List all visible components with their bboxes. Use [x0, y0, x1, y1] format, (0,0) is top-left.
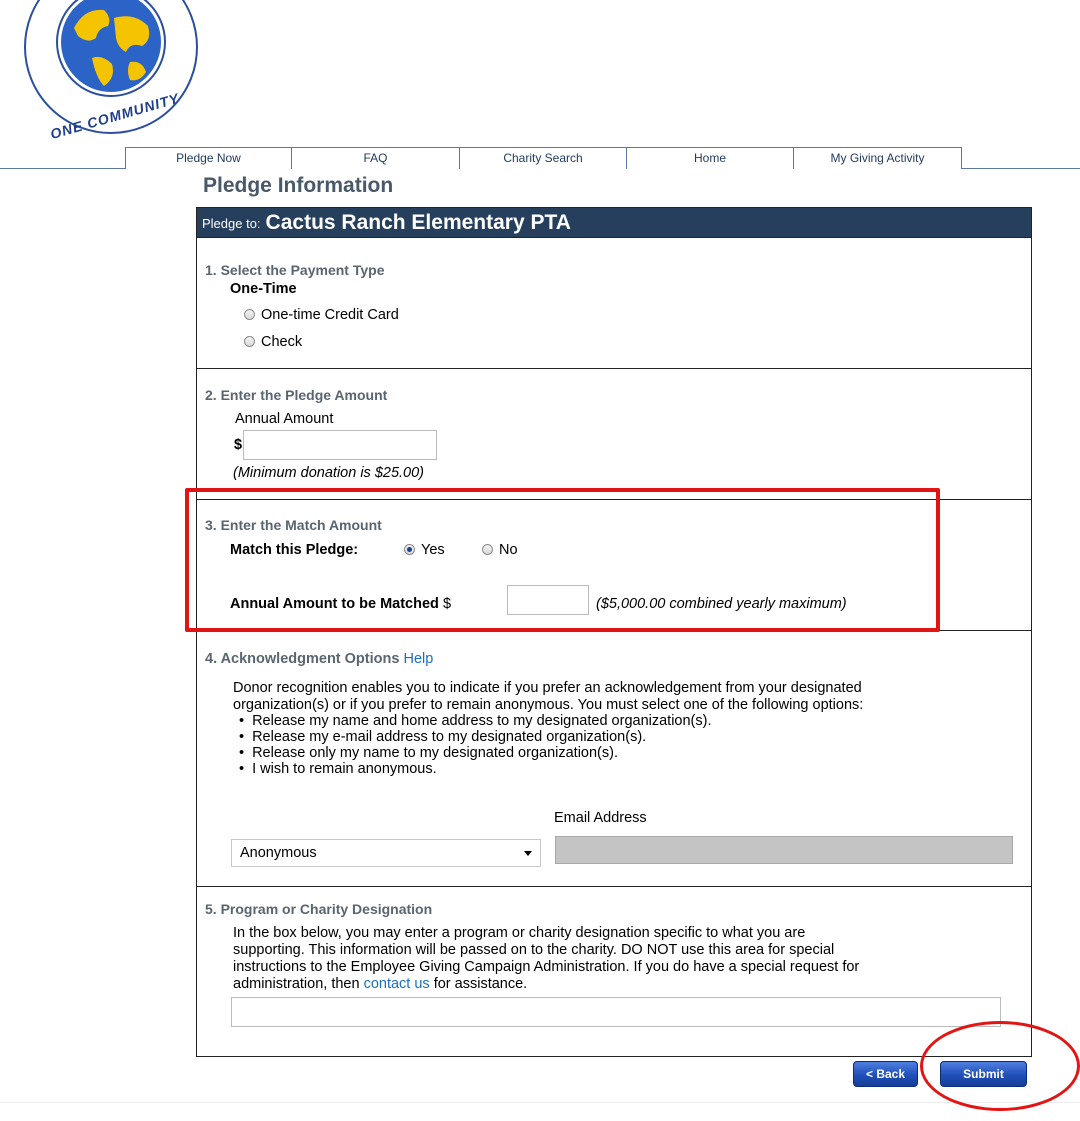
chevron-down-icon — [524, 851, 532, 856]
tab-charity-search[interactable]: Charity Search — [460, 147, 627, 169]
radio-credit-card[interactable] — [244, 309, 255, 320]
footer-divider — [0, 1102, 1080, 1103]
description-line: instructions to the Employee Giving Camp… — [233, 959, 860, 975]
list-item: Release only my name to my designated or… — [239, 745, 712, 761]
section-designation: 5. Program or Charity Designation In the… — [197, 886, 1031, 1056]
option-label: Check — [261, 334, 303, 350]
option-check[interactable]: Check — [244, 334, 302, 350]
back-button[interactable]: < Back — [853, 1061, 918, 1087]
radio-check[interactable] — [244, 336, 255, 347]
tab-faq[interactable]: FAQ — [292, 147, 460, 169]
section-payment-type: 1. Select the Payment Type One-Time One-… — [197, 238, 1031, 368]
section-acknowledgment: 4. Acknowledgment Options Help Donor rec… — [197, 630, 1031, 886]
description-line: supporting. This information will be pas… — [233, 942, 835, 958]
tab-my-giving-activity[interactable]: My Giving Activity — [794, 147, 962, 169]
payment-subtitle: One-Time — [230, 281, 297, 297]
description-line: In the box below, you may enter a progra… — [233, 925, 806, 941]
contact-us-link[interactable]: contact us — [364, 976, 430, 992]
description-line-with-link: administration, then contact us for assi… — [233, 976, 1023, 993]
organization-name: Cactus Ranch Elementary PTA — [265, 211, 571, 234]
email-label: Email Address — [554, 810, 647, 826]
section-title: 2. Enter the Pledge Amount — [205, 387, 388, 403]
main-nav: Pledge Now FAQ Charity Search Home My Gi… — [125, 147, 962, 169]
text-after-link: for assistance. — [433, 976, 528, 992]
acknowledgment-select[interactable]: Anonymous — [231, 839, 541, 867]
pledge-header: Pledge to: Cactus Ranch Elementary PTA — [197, 208, 1031, 238]
tab-home[interactable]: Home — [627, 147, 794, 169]
highlight-oval — [920, 1021, 1080, 1111]
minimum-note: (Minimum donation is $25.00) — [233, 465, 425, 481]
option-credit-card[interactable]: One-time Credit Card — [244, 307, 399, 323]
acknowledgment-description: Donor recognition enables you to indicat… — [233, 680, 1023, 714]
text-before-link: administration, then — [233, 976, 360, 992]
selected-value: Anonymous — [240, 845, 317, 861]
section-pledge-amount: 2. Enter the Pledge Amount Annual Amount… — [197, 368, 1031, 499]
option-label: One-time Credit Card — [261, 307, 399, 323]
section-title: 5. Program or Charity Designation — [205, 901, 433, 917]
description-line: organization(s) or if you prefer to rema… — [233, 697, 864, 713]
designation-description: In the box below, you may enter a progra… — [233, 925, 1023, 993]
pledge-amount-input[interactable] — [243, 430, 437, 460]
designation-input[interactable] — [231, 997, 1001, 1027]
highlight-rectangle — [185, 488, 940, 632]
description-line: Donor recognition enables you to indicat… — [233, 680, 862, 696]
list-item: I wish to remain anonymous. — [239, 761, 712, 777]
acknowledgment-options-list: Release my name and home address to my d… — [239, 713, 712, 777]
tab-pledge-now[interactable]: Pledge Now — [125, 147, 292, 169]
list-item: Release my e-mail address to my designat… — [239, 729, 712, 745]
one-community-logo: ONE COMMUNITY — [22, 0, 200, 142]
email-field[interactable] — [555, 836, 1013, 864]
section-title: 4. Acknowledgment Options — [205, 651, 400, 667]
pledge-prefix: Pledge to: — [202, 216, 261, 231]
page-title: Pledge Information — [203, 174, 394, 197]
section-title: 1. Select the Payment Type — [205, 262, 385, 278]
pledge-form: Pledge to: Cactus Ranch Elementary PTA 1… — [196, 207, 1032, 1057]
list-item: Release my name and home address to my d… — [239, 713, 711, 729]
annual-amount-label: Annual Amount — [235, 411, 334, 427]
acknowledgment-title-row: 4. Acknowledgment Options Help — [205, 651, 433, 667]
currency-symbol: $ — [234, 437, 243, 453]
help-link[interactable]: Help — [403, 651, 433, 667]
